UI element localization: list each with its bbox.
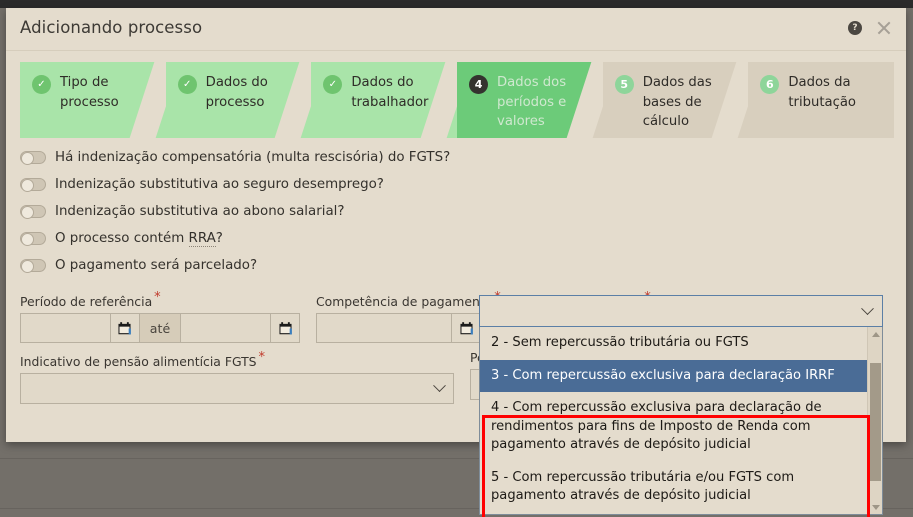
wizard-stepper: ✓ Tipo de processo ✓ Dados do processo ✓ Dado…: [20, 62, 895, 138]
toggle-label-abbr: RRA: [188, 231, 216, 247]
pensao-select[interactable]: [20, 373, 454, 405]
dropdown-option-2[interactable]: 4 - Com repercussão exclusiva para decla…: [480, 392, 867, 462]
toggle-row-3: O processo contém RRA?: [20, 225, 894, 252]
toggle-row-1: Indenização substitutiva ao seguro desem…: [20, 171, 894, 198]
chevron-down-icon: [861, 301, 874, 315]
field-label-periodo: Período de referência *: [20, 290, 161, 310]
scrollbar-thumb[interactable]: [870, 363, 881, 481]
toggle-label-3: O processo contém RRA?: [55, 231, 223, 247]
dropdown-scrollbar[interactable]: [867, 327, 882, 514]
required-marker: *: [154, 290, 161, 305]
toggle-label-4: O pagamento será parcelado?: [55, 258, 258, 273]
step-label-1: Tipo de processo: [60, 75, 119, 110]
step-badge-5: 5: [614, 75, 634, 94]
calendar-icon: [118, 321, 132, 335]
required-marker: *: [258, 350, 266, 365]
step-badge-4: 4: [469, 75, 489, 94]
step-label-2: Dados do processo: [205, 75, 268, 110]
window-top-strip: [0, 0, 913, 8]
toggle-row-2: Indenização substitutiva ao abono salari…: [20, 198, 894, 225]
periodo-between-label: até: [139, 313, 181, 344]
calendar-icon-start[interactable]: [110, 313, 140, 344]
scroll-up-arrow-icon[interactable]: [868, 327, 883, 341]
dropdown-option-3[interactable]: 5 - Com repercussão tributária e/ou FGTS…: [480, 462, 867, 513]
page-title: Adicionando processo: [20, 18, 203, 37]
chevron-down-icon: [433, 379, 446, 393]
stepper-step-3[interactable]: ✓ Dados do trabalhador: [311, 62, 458, 138]
toggle-switch-3[interactable]: [20, 232, 46, 246]
calendar-icon-competencia[interactable]: [451, 313, 481, 344]
dropdown-option-1[interactable]: 3 - Com repercussão exclusiva para decla…: [480, 359, 867, 392]
toggle-label-2: Indenização substitutiva ao abono salari…: [55, 204, 345, 219]
competencia-controls: [316, 313, 482, 344]
calendar-icon: [459, 321, 473, 335]
competencia-input[interactable]: [316, 313, 451, 344]
field-pensao-alimenticia: Indicativo de pensão alimentícia FGTS *: [20, 350, 454, 405]
step-label-5: Dados das bases de cálculo: [642, 75, 712, 129]
toggle-switch-1[interactable]: [20, 178, 46, 192]
repercussao-dropdown: 2 - Sem repercussão tributária ou FGTS 3 …: [479, 295, 883, 517]
toggle-list: Há indenização compensatória (multa resc…: [20, 144, 894, 279]
step-badge-2: ✓: [177, 75, 197, 94]
toggle-row-0: Há indenização compensatória (multa resc…: [20, 144, 894, 171]
toggle-switch-4[interactable]: [20, 259, 46, 273]
field-periodo-referencia: Período de referência * até: [20, 290, 300, 344]
repercussao-options-container: 2 - Sem repercussão tributária ou FGTS 3 …: [480, 327, 867, 514]
step-label-4: Dados dos períodos e valores: [497, 75, 567, 129]
stepper-step-6[interactable]: 6 Dados da tributação: [748, 62, 895, 138]
stepper-step-4[interactable]: 4 Dados dos períodos e valores: [457, 62, 603, 138]
periodo-end-input[interactable]: [180, 313, 271, 344]
field-label-competencia: Competência de pagamento*: [316, 290, 501, 309]
step-badge-1: ✓: [32, 75, 51, 94]
toggle-label-0: Há indenização compensatória (multa resc…: [55, 150, 451, 165]
toggle-switch-2[interactable]: [20, 205, 46, 219]
field-competencia-pagamento: Competência de pagamento*: [316, 290, 501, 344]
toggle-switch-0[interactable]: [20, 151, 46, 165]
dropdown-option-0[interactable]: 2 - Sem repercussão tributária ou FGTS: [480, 327, 867, 360]
stepper-step-5[interactable]: 5 Dados das bases de cálculo: [602, 62, 749, 138]
scroll-down-arrow-icon[interactable]: [868, 500, 883, 514]
toggle-row-4: O pagamento será parcelado?: [20, 252, 894, 279]
repercussao-options-list: 2 - Sem repercussão tributária ou FGTS 3 …: [479, 327, 883, 517]
periodo-start-input[interactable]: [20, 313, 110, 344]
stepper-step-1[interactable]: ✓ Tipo de processo: [20, 62, 166, 138]
modal-header: Adicionando processo ?: [6, 8, 906, 51]
help-circle-icon[interactable]: ?: [848, 21, 862, 35]
step-label-3: Dados do trabalhador: [351, 75, 429, 110]
calendar-icon-end[interactable]: [270, 313, 300, 344]
close-icon[interactable]: [876, 20, 892, 36]
calendar-icon: [279, 321, 292, 335]
field-label-pensao: Indicativo de pensão alimentícia FGTS *: [20, 350, 266, 370]
toggle-label-1: Indenização substitutiva ao seguro desem…: [55, 177, 384, 192]
stepper-step-2[interactable]: ✓ Dados do processo: [165, 62, 312, 138]
repercussao-select-control[interactable]: [479, 295, 883, 327]
periodo-controls: até: [20, 313, 300, 344]
step-label-6: Dados da tributação: [788, 75, 856, 110]
modal-header-actions: ?: [848, 20, 892, 36]
